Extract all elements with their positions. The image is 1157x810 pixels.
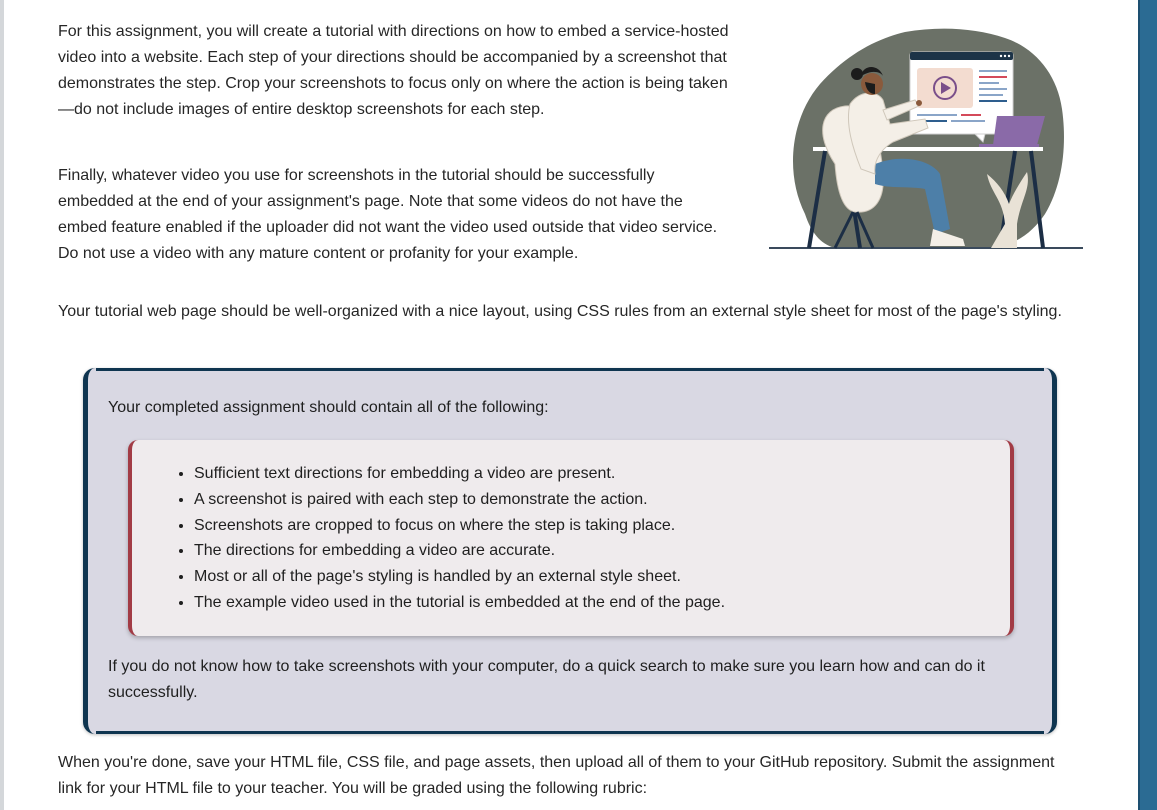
- person-watching-video-illustration: [765, 24, 1087, 256]
- right-strip-edge: [1138, 0, 1140, 810]
- intro-paragraph-2: Finally, whatever video you use for scre…: [58, 167, 718, 262]
- requirement-item: Sufficient text directions for embedding…: [194, 461, 725, 487]
- requirements-box: Your completed assignment should contain…: [83, 368, 1057, 734]
- requirement-item: The directions for embedding a video are…: [194, 538, 725, 564]
- requirement-item: Screenshots are cropped to focus on wher…: [194, 513, 725, 539]
- intro-paragraph-1: For this assignment, you will create a t…: [58, 23, 729, 118]
- requirement-item: A screenshot is paired with each step to…: [194, 487, 725, 513]
- right-scroll-strip[interactable]: [1138, 0, 1157, 810]
- requirements-footer: If you do not know how to take screensho…: [108, 658, 985, 701]
- requirement-item: Most or all of the page's styling is han…: [194, 564, 725, 590]
- submission-paragraph: When you're done, save your HTML file, C…: [58, 754, 1055, 797]
- layout-paragraph: Your tutorial web page should be well-or…: [58, 303, 1062, 320]
- window-left-edge: [0, 0, 4, 810]
- requirements-intro: Your completed assignment should contain…: [108, 399, 549, 416]
- requirements-list-box: Sufficient text directions for embedding…: [128, 440, 1014, 636]
- requirements-list: Sufficient text directions for embedding…: [172, 461, 725, 616]
- requirement-item: The example video used in the tutorial i…: [194, 590, 725, 616]
